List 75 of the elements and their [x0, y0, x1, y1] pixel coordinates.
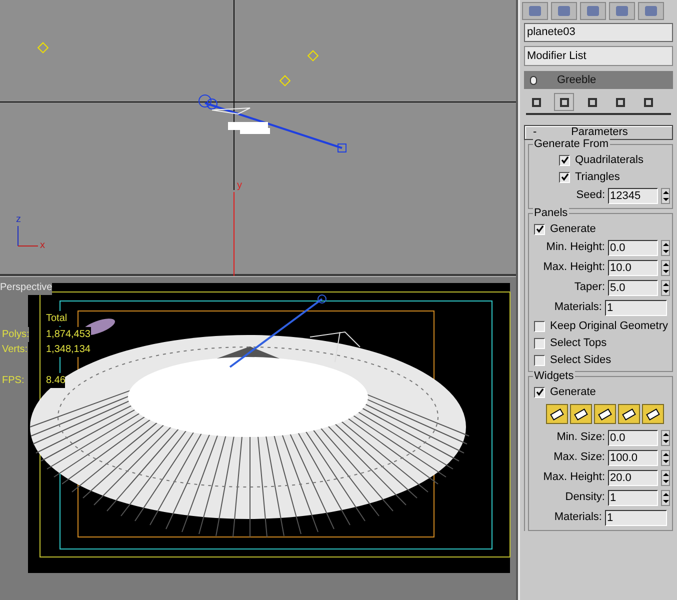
axis-gizmo-icon: [18, 226, 38, 246]
stats-value: 8.46: [46, 373, 66, 388]
field-label: Max. Size:: [554, 450, 605, 466]
spinner-button[interactable]: [661, 450, 670, 466]
checkbox-label: Select Tops: [550, 336, 607, 350]
modifier-list-dropdown[interactable]: Modifier List: [524, 46, 673, 66]
rollout-title: Parameters: [570, 125, 629, 139]
input-field[interactable]: 10.0: [608, 260, 658, 276]
checkbox-label: Select Sides: [550, 354, 612, 366]
checkbox[interactable]: [559, 154, 570, 166]
spinner-button[interactable]: [661, 490, 670, 506]
collapse-toggle[interactable]: -: [525, 124, 547, 141]
spinner-button[interactable]: [661, 240, 670, 256]
widget-shape-icon: [550, 408, 564, 420]
rollout-header[interactable]: - Parameters: [524, 125, 673, 140]
input-field[interactable]: 100.0: [608, 450, 658, 466]
light-icon: [37, 42, 49, 54]
input-field[interactable]: 1: [608, 490, 658, 506]
checkbox-label: Keep Original Geometry: [550, 320, 668, 332]
widget-type-button[interactable]: [642, 404, 664, 424]
spinner-button[interactable]: [661, 470, 670, 486]
light-icon: [279, 75, 291, 86]
spinner-button[interactable]: [661, 188, 670, 204]
field-label: Min. Size:: [556, 430, 605, 446]
checkbox[interactable]: [534, 386, 545, 398]
widget-shape-icon: [574, 408, 588, 420]
viewport-label[interactable]: Perspective: [0, 280, 52, 295]
group-title: Widgets: [533, 370, 575, 383]
stats-value: 1,874,453: [46, 327, 90, 342]
field-label: Taper:: [574, 280, 605, 296]
axis-label: y: [237, 179, 242, 193]
input-field[interactable]: 0.0: [608, 240, 658, 256]
widget-type-button[interactable]: [570, 404, 592, 424]
object-name-field[interactable]: planete03: [524, 23, 673, 42]
input-field[interactable]: 0.0: [608, 430, 658, 446]
input-field[interactable]: 1: [605, 510, 667, 526]
stats-value: 1,348,134: [46, 342, 90, 357]
checkbox[interactable]: [534, 320, 545, 332]
widget-type-button[interactable]: [618, 404, 640, 424]
widget-shape-icon: [646, 408, 660, 420]
input-field[interactable]: 1: [605, 300, 667, 316]
checkbox[interactable]: [534, 224, 545, 234]
modifier-name: Greeble: [557, 72, 596, 88]
spinner-button[interactable]: [661, 260, 670, 276]
axis-label: x: [40, 239, 45, 253]
checkbox[interactable]: [534, 354, 545, 366]
field-label: Density:: [565, 490, 605, 506]
checkbox-label: Triangles: [575, 170, 620, 184]
input-field[interactable]: 20.0: [608, 470, 658, 486]
input-field[interactable]: 12345: [608, 188, 658, 204]
stats-label: Polys:: [2, 327, 30, 342]
stack-tool-button[interactable]: [554, 93, 574, 111]
light-icon: [307, 50, 319, 62]
widget-shape-icon: [622, 408, 636, 420]
modifier-stack-item[interactable]: Greeble: [524, 71, 673, 89]
widget-type-button[interactable]: [546, 404, 568, 424]
field-label: Materials:: [554, 510, 602, 526]
checkbox-label: Quadrilaterals: [575, 154, 644, 166]
field-label: Seed:: [576, 188, 605, 204]
checkbox[interactable]: [534, 338, 545, 348]
stats-header: Total: [46, 311, 68, 326]
widget-shape-icon: [598, 408, 612, 420]
checkbox-label: Generate: [550, 222, 596, 236]
field-label: Max. Height:: [543, 260, 605, 276]
field-label: Max. Height:: [543, 470, 605, 486]
spinner-button[interactable]: [661, 280, 670, 296]
checkbox-label: Generate: [550, 386, 596, 398]
spinner-button[interactable]: [661, 430, 670, 446]
widget-type-button[interactable]: [594, 404, 616, 424]
axis-label: z: [16, 213, 21, 227]
field-label: Min. Height:: [546, 240, 605, 256]
checkbox[interactable]: [559, 172, 570, 182]
perspective-viewport[interactable]: Perspective Total Polys: 1,874,453 Verts: 1,348,134 FPS: 8.46: [0, 276, 516, 600]
field-label: Materials:: [554, 300, 602, 316]
input-field[interactable]: 5.0: [608, 280, 658, 296]
